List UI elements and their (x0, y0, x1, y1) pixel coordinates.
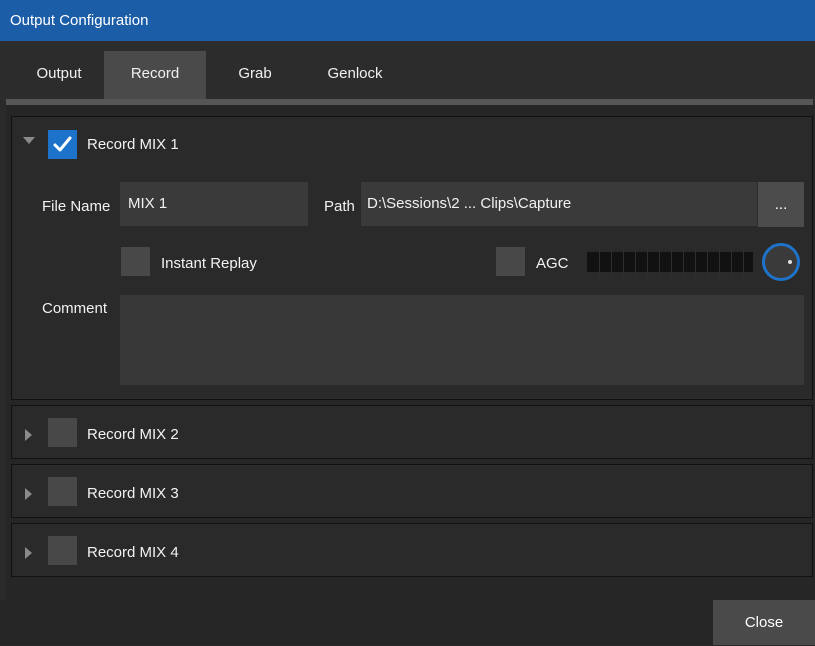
audio-level-meter (587, 246, 753, 278)
meter-tick (743, 246, 744, 278)
record-mix-3-section[interactable]: Record MIX 3 (11, 464, 813, 518)
meter-tick (659, 246, 660, 278)
browse-button[interactable]: ... (758, 182, 804, 227)
expand-arrow-icon[interactable] (25, 547, 32, 559)
file-name-field[interactable]: MIX 1 (120, 182, 308, 226)
checkmark-icon (53, 136, 72, 152)
record-mix-4-label: Record MIX 4 (87, 544, 179, 561)
instant-replay-checkbox[interactable] (121, 247, 150, 276)
instant-replay-label: Instant Replay (161, 255, 257, 272)
meter-tick (719, 246, 720, 278)
tab-record[interactable]: Record (104, 51, 206, 100)
tab-bar: Output Record Grab Genlock (0, 41, 815, 100)
meter-tick (707, 246, 708, 278)
record-mix-3-label: Record MIX 3 (87, 485, 179, 502)
meter-tick (611, 246, 612, 278)
meter-tick (671, 246, 672, 278)
collapse-arrow-icon[interactable] (23, 137, 35, 144)
meter-tick (647, 246, 648, 278)
comment-field[interactable] (120, 295, 804, 385)
window-title: Output Configuration (10, 12, 149, 29)
path-label: Path (324, 198, 355, 215)
meter-tick (635, 246, 636, 278)
tab-grab[interactable]: Grab (220, 51, 290, 100)
record-mix-2-label: Record MIX 2 (87, 426, 179, 443)
tab-genlock[interactable]: Genlock (310, 51, 400, 100)
close-button[interactable]: Close (713, 600, 815, 645)
meter-tick (683, 246, 684, 278)
knob-indicator-icon (788, 260, 792, 264)
meter-tick (623, 246, 624, 278)
title-bar: Output Configuration (0, 0, 815, 41)
record-mix-4-section[interactable]: Record MIX 4 (11, 523, 813, 577)
file-name-label: File Name (42, 198, 111, 215)
meter-tick (731, 246, 732, 278)
record-mix-2-checkbox[interactable] (48, 418, 77, 447)
path-field[interactable]: D:\Sessions\2 ... Clips\Capture (361, 182, 757, 226)
record-mix-2-section[interactable]: Record MIX 2 (11, 405, 813, 459)
agc-checkbox[interactable] (496, 247, 525, 276)
meter-tick (599, 246, 600, 278)
record-mix-1-section: Record MIX 1 File Name MIX 1 Path D:\Ses… (11, 116, 813, 400)
agc-label: AGC (536, 255, 569, 272)
record-mix-1-checkbox[interactable] (48, 130, 77, 159)
meter-tick (695, 246, 696, 278)
expand-arrow-icon[interactable] (25, 429, 32, 441)
record-mix-4-checkbox[interactable] (48, 536, 77, 565)
dialog-footer (0, 600, 815, 645)
tab-output[interactable]: Output (24, 51, 94, 100)
record-mix-3-checkbox[interactable] (48, 477, 77, 506)
expand-arrow-icon[interactable] (25, 488, 32, 500)
record-mix-1-label: Record MIX 1 (87, 136, 179, 153)
gain-knob[interactable] (762, 243, 800, 281)
comment-label: Comment (42, 300, 108, 317)
